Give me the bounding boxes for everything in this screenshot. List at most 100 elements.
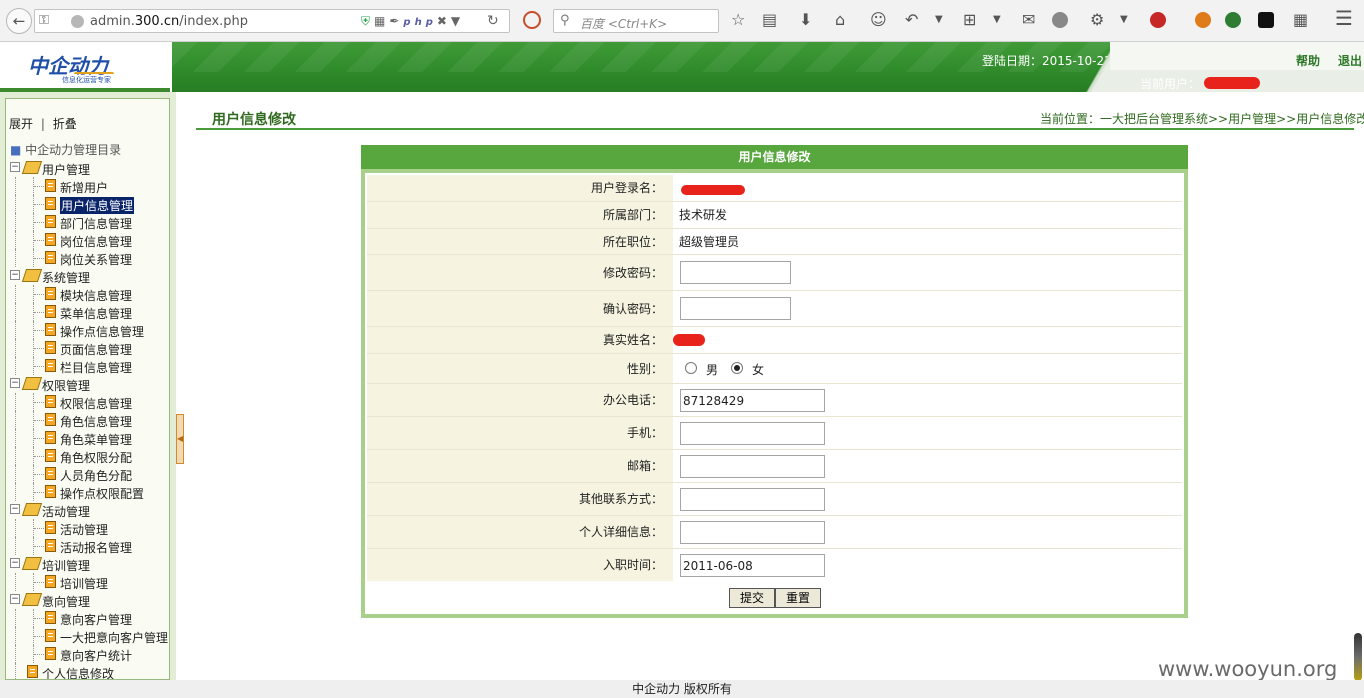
department-label: 所属部门：	[367, 202, 673, 228]
search-box[interactable]: ⚲ 百度 <Ctrl+K>	[553, 9, 719, 33]
real-name-label: 真实姓名：	[367, 327, 673, 353]
tree-root[interactable]: ■ 中企动力管理目录	[10, 141, 121, 158]
tree-category[interactable]: − 用户管理	[6, 159, 169, 177]
tree-collapse-toggle-icon[interactable]: −	[10, 504, 20, 514]
dropdown-icon[interactable]: ▼	[451, 14, 464, 28]
tree-item[interactable]: 栏目信息管理	[6, 357, 169, 375]
office-phone-input[interactable]	[680, 389, 825, 412]
row-hire-date: 入职时间：	[367, 549, 1182, 581]
orange-addon-icon[interactable]	[1195, 12, 1211, 28]
tree-guide-line	[15, 645, 16, 663]
tree-item[interactable]: 菜单信息管理	[6, 303, 169, 321]
tree-item[interactable]: 意向客户统计	[6, 645, 169, 663]
shield-icon[interactable]: ⛨	[361, 14, 374, 28]
hire-date-input[interactable]	[680, 554, 825, 577]
tree-item[interactable]: 角色信息管理	[6, 411, 169, 429]
tree-guide-line	[15, 177, 16, 195]
tree-category[interactable]: − 意向管理	[6, 591, 169, 609]
tree-item[interactable]: 操作点信息管理	[6, 321, 169, 339]
tree-item[interactable]: 角色菜单管理	[6, 429, 169, 447]
tree-item[interactable]: 新增用户	[6, 177, 169, 195]
crop-menu-icon[interactable]: ▼	[993, 11, 1001, 29]
confirm-password-input[interactable]	[680, 297, 791, 320]
x-icon[interactable]: ✖	[437, 14, 451, 28]
tree-collapse-toggle-icon[interactable]: −	[10, 594, 20, 604]
collapse-all-link[interactable]: 折叠	[53, 117, 77, 131]
reload-icon[interactable]: ↻	[487, 13, 499, 29]
smiley-icon[interactable]: ☺	[870, 11, 887, 29]
tree-guide-line	[34, 294, 44, 295]
undo-icon[interactable]: ↶	[905, 11, 918, 29]
mobile-input[interactable]	[680, 422, 825, 445]
php-badge-icon[interactable]: php	[403, 17, 436, 28]
puzzle-icon[interactable]: ⚙	[1090, 11, 1104, 29]
tree-item[interactable]: 岗位信息管理	[6, 231, 169, 249]
tree-category[interactable]: − 系统管理	[6, 267, 169, 285]
tree-guide-line	[34, 420, 44, 421]
open-book-icon	[21, 503, 43, 516]
reset-button[interactable]: 重置	[775, 588, 821, 608]
tree-category[interactable]: − 培训管理	[6, 555, 169, 573]
scrollbar-thumb[interactable]	[1354, 633, 1362, 681]
tree-collapse-toggle-icon[interactable]: −	[10, 270, 20, 280]
feather-icon[interactable]: ✒	[389, 14, 403, 28]
avatar-icon[interactable]	[1052, 12, 1068, 28]
shield-addon-icon[interactable]	[1258, 12, 1274, 28]
tree-item-label: 部门信息管理	[60, 217, 133, 231]
home-icon[interactable]: ⌂	[835, 11, 845, 29]
tree-item-label: 权限信息管理	[60, 397, 133, 411]
other-contact-input[interactable]	[680, 488, 825, 511]
tree-item[interactable]: 活动管理	[6, 519, 169, 537]
clipboard-icon[interactable]: ▤	[762, 11, 777, 29]
tree-item[interactable]: 用户信息管理	[6, 195, 169, 214]
tree-item[interactable]: 培训管理	[6, 573, 169, 591]
tree-item[interactable]: 模块信息管理	[6, 285, 169, 303]
tree-collapse-toggle-icon[interactable]: −	[10, 378, 20, 388]
grid-icon[interactable]: ▦	[1293, 11, 1308, 29]
qr-code-icon[interactable]: ▦	[374, 14, 389, 28]
tree-item-label: 活动管理	[60, 523, 109, 537]
tree-category[interactable]: − 活动管理	[6, 501, 169, 519]
tree-item[interactable]: 权限信息管理	[6, 393, 169, 411]
tree-collapse-toggle-icon[interactable]: −	[10, 558, 20, 568]
gender-male-radio[interactable]	[685, 362, 697, 374]
download-icon[interactable]: ⬇	[799, 11, 812, 29]
help-link[interactable]: 帮助	[1296, 52, 1320, 69]
tree-item[interactable]: 个人信息修改	[6, 663, 169, 679]
personal-details-input[interactable]	[680, 521, 825, 544]
back-button[interactable]: ←	[6, 8, 32, 34]
tree-item[interactable]: 角色权限分配	[6, 447, 169, 465]
tree-category[interactable]: − 权限管理	[6, 375, 169, 393]
bookmark-star-icon[interactable]: ☆	[731, 11, 745, 29]
chat-bubble-icon[interactable]: ✉	[1022, 11, 1035, 29]
red-addon-icon[interactable]	[1150, 12, 1166, 28]
tree-item[interactable]: 意向客户管理	[6, 609, 169, 627]
new-password-input[interactable]	[680, 261, 791, 284]
tree-guide-line	[34, 636, 44, 637]
gender-female-radio[interactable]	[731, 362, 743, 374]
personal-details-label: 个人详细信息：	[367, 516, 673, 548]
tree-item[interactable]: 一大把意向客户管理	[6, 627, 169, 645]
logout-link[interactable]: 退出	[1338, 52, 1362, 69]
undo-menu-icon[interactable]: ▼	[935, 11, 943, 29]
sidebar-collapse-handle[interactable]: ◀	[176, 414, 184, 464]
block-icon[interactable]	[523, 11, 541, 29]
tree-item[interactable]: 页面信息管理	[6, 339, 169, 357]
tree-item[interactable]: 活动报名管理	[6, 537, 169, 555]
tree-root-label: 中企动力管理目录	[25, 143, 122, 157]
tree-item[interactable]: 部门信息管理	[6, 213, 169, 231]
email-input[interactable]	[680, 455, 825, 478]
tree-item[interactable]: 岗位关系管理	[6, 249, 169, 267]
tree-item[interactable]: 操作点权限配置	[6, 483, 169, 501]
tree-item[interactable]: 人员角色分配	[6, 465, 169, 483]
expand-all-link[interactable]: 展开	[9, 117, 33, 131]
address-bar[interactable]: ⚿ admin.300.cn/index.php ⛨▦✒php✖▼ ↻	[34, 9, 510, 33]
green-addon-icon[interactable]	[1225, 12, 1241, 28]
submit-button[interactable]: 提交	[729, 588, 775, 608]
extensions-menu-icon[interactable]: ▼	[1120, 11, 1128, 29]
tree-collapse-toggle-icon[interactable]: −	[10, 162, 20, 172]
hamburger-menu-icon[interactable]: ☰	[1335, 8, 1353, 28]
page-icon	[45, 233, 56, 246]
tree-guide-line	[34, 330, 44, 331]
crop-icon[interactable]: ⊞	[963, 11, 976, 29]
